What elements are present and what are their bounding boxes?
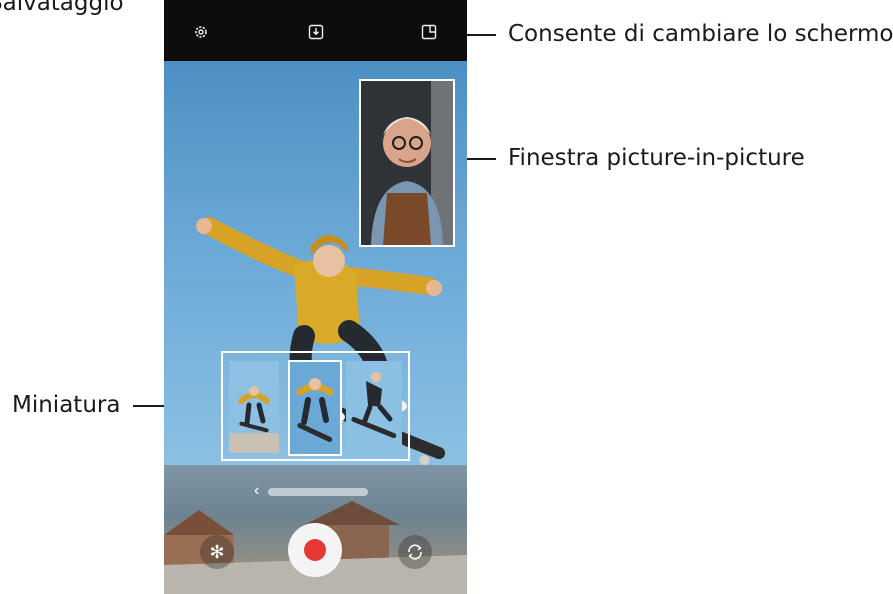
thumbnail-3-image: [346, 361, 402, 453]
flip-camera-icon[interactable]: [398, 535, 432, 569]
record-button[interactable]: [288, 523, 342, 577]
thumbnail-1[interactable]: [229, 361, 279, 453]
screen-switch-icon[interactable]: [420, 23, 438, 41]
thumbnail-2-image: [290, 362, 340, 454]
camera-top-bar: [164, 0, 467, 61]
record-dot: [304, 539, 326, 561]
mode-label-blurred: [268, 488, 368, 496]
callout-switch-screen-label: Consente di cambiare lo schermo: [508, 21, 893, 47]
callout-thumbnail-label: Miniatura: [12, 392, 121, 418]
chevron-left-icon[interactable]: ‹: [254, 482, 259, 500]
callout-save-label: Salvataggio: [0, 0, 124, 16]
effects-icon[interactable]: ✻: [200, 535, 234, 569]
thumbnail-strip: [221, 351, 410, 461]
thumbnail-2-selected[interactable]: [288, 360, 342, 456]
callout-pip-label: Finestra picture-in-picture: [508, 145, 805, 171]
camera-screen: ‹ ✻: [164, 0, 467, 594]
download-icon[interactable]: [307, 23, 325, 41]
thumbnail-3[interactable]: [346, 361, 402, 453]
picture-in-picture-window[interactable]: [359, 79, 455, 247]
gear-icon[interactable]: [192, 23, 210, 41]
camera-bottom-controls: ‹ ✻: [164, 465, 467, 594]
thumbnail-1-image: [229, 361, 279, 453]
pip-person-image: [361, 81, 453, 245]
